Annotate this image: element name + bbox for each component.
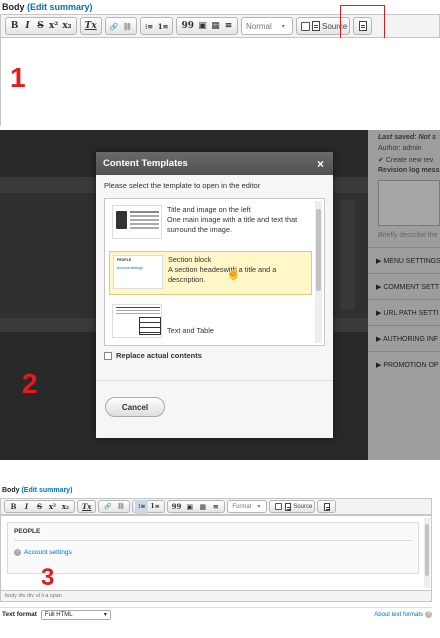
- help-icon[interactable]: ?: [425, 611, 432, 618]
- inserted-section-block: PEOPLE › Account settings: [7, 522, 419, 574]
- panel-1: Body (Edit summary) B I S x² x₂ Tx 🔗 ⛓ ⁝…: [0, 0, 440, 130]
- template-title: Text and Table: [167, 326, 214, 335]
- hand-cursor-icon: ☝: [226, 266, 241, 280]
- horizontal-rule-icon[interactable]: ≡: [209, 500, 222, 514]
- step-number-2: 2: [22, 368, 38, 399]
- source-icon: [285, 502, 292, 511]
- unlink-icon[interactable]: ⛓: [114, 500, 127, 514]
- chevron-down-icon: ▾: [257, 504, 261, 510]
- subscript-button[interactable]: x₂: [60, 19, 73, 33]
- replace-contents-row: Replace actual contents: [104, 351, 325, 360]
- edit-summary-link[interactable]: (Edit summary): [27, 2, 93, 12]
- template-item[interactable]: Title and image on the left One main ima…: [109, 202, 312, 246]
- numbered-list-icon[interactable]: 1≡: [148, 500, 161, 514]
- text-format-select[interactable]: Full HTML ▾: [40, 609, 111, 620]
- template-item[interactable]: Text and Table: [109, 301, 312, 345]
- remove-format-button[interactable]: Tx: [80, 500, 93, 514]
- dialog-header: Content Templates ×: [96, 152, 333, 175]
- template-list-scrollbar[interactable]: [315, 201, 322, 343]
- dialog-footer: Cancel: [96, 380, 333, 438]
- template-title: Section block: [168, 255, 212, 264]
- dialog-prompt: Please select the template to open in th…: [104, 181, 261, 190]
- image-icon[interactable]: ▣: [196, 19, 209, 33]
- chevron-down-icon: ▾: [103, 612, 107, 618]
- step-number-3: 3: [41, 564, 55, 591]
- table-icon[interactable]: ▦: [209, 19, 222, 33]
- close-icon[interactable]: ×: [317, 157, 324, 171]
- template-thumbnail: [112, 304, 162, 338]
- templates-button[interactable]: [317, 500, 337, 513]
- remove-format-button[interactable]: Tx: [83, 19, 99, 33]
- unlink-icon[interactable]: ⛓: [121, 19, 134, 33]
- image-icon[interactable]: ▣: [183, 500, 196, 514]
- section-title: PEOPLE: [14, 528, 41, 535]
- format-select[interactable]: Normal ▾: [240, 17, 293, 35]
- about-text-formats-link[interactable]: About text formats: [374, 612, 423, 618]
- link-icon[interactable]: 🔗: [108, 19, 121, 33]
- replace-contents-checkbox[interactable]: [104, 351, 112, 360]
- bullet-list-icon[interactable]: ⁝≡: [135, 499, 149, 514]
- templates-highlight-box: [340, 5, 385, 42]
- bold-button[interactable]: B: [8, 19, 21, 33]
- template-desc: One main image with a title and text tha…: [167, 214, 298, 234]
- paste-icon[interactable]: [272, 500, 285, 514]
- source-icon: [311, 21, 320, 31]
- template-thumbnail: PEOPLE Account settings: [113, 255, 163, 289]
- template-title: Title and image on the left: [167, 205, 251, 214]
- panel-3: Body (Edit summary) B I S x² x₂ Tx 🔗 ⛓ ⁝…: [0, 485, 440, 635]
- step-number-1: 1: [10, 62, 26, 93]
- content-templates-dialog: Content Templates × Please select the te…: [96, 152, 333, 438]
- basic-styles-group: B I S x² x₂: [5, 17, 77, 35]
- editor-toolbar: B I S x² x₂ Tx 🔗 ⛓ ⁝≡ 1≡ 99 ▣ ▦ ≡ Format…: [0, 498, 432, 515]
- element-path-bar: body div div ul li a span: [0, 591, 432, 602]
- superscript-button[interactable]: x²: [46, 500, 59, 514]
- link-icon[interactable]: 🔗: [101, 500, 114, 514]
- numbered-list-icon[interactable]: 1≡: [156, 19, 171, 33]
- template-thumbnail: [112, 205, 162, 239]
- text-format-row: Text format Full HTML ▾ About text format…: [0, 607, 432, 621]
- italic-button[interactable]: I: [20, 500, 33, 514]
- paste-icon[interactable]: [299, 19, 312, 33]
- dialog-title: Content Templates: [103, 158, 188, 169]
- template-item-selected[interactable]: PEOPLE Account settings Section block A …: [109, 251, 312, 295]
- cancel-button[interactable]: Cancel: [105, 397, 165, 417]
- superscript-button[interactable]: x²: [47, 19, 60, 33]
- strike-button[interactable]: S: [33, 500, 46, 514]
- strike-button[interactable]: S: [34, 19, 47, 33]
- italic-button[interactable]: I: [21, 19, 34, 33]
- blockquote-icon[interactable]: 99: [170, 500, 184, 514]
- subscript-button[interactable]: x₂: [59, 500, 72, 514]
- table-icon[interactable]: ▦: [196, 500, 209, 514]
- editor-content-area[interactable]: [0, 38, 440, 126]
- body-field-label: Body (Edit summary): [2, 487, 73, 494]
- horizontal-rule-icon[interactable]: ≡: [222, 19, 235, 33]
- editor-content-area[interactable]: PEOPLE › Account settings 3: [0, 515, 432, 591]
- bullet-list-icon[interactable]: ⁝≡: [143, 19, 156, 33]
- chevron-down-icon: ▾: [281, 23, 285, 30]
- blockquote-icon[interactable]: 99: [179, 19, 196, 33]
- section-link-row: › Account settings: [14, 549, 72, 556]
- text-format-label: Text format: [2, 611, 37, 618]
- source-button[interactable]: Source: [285, 502, 312, 511]
- format-select[interactable]: Format ▾: [227, 500, 268, 513]
- arrow-circle-icon: ›: [14, 549, 21, 556]
- templates-icon: [323, 502, 330, 511]
- body-field-label: Body (Edit summary): [2, 2, 93, 12]
- template-list: Title and image on the left One main ima…: [104, 198, 325, 346]
- content-scrollbar[interactable]: [424, 518, 430, 588]
- bold-button[interactable]: B: [7, 500, 20, 514]
- account-settings-link[interactable]: Account settings: [24, 549, 72, 556]
- edit-summary-link[interactable]: (Edit summary): [21, 487, 72, 494]
